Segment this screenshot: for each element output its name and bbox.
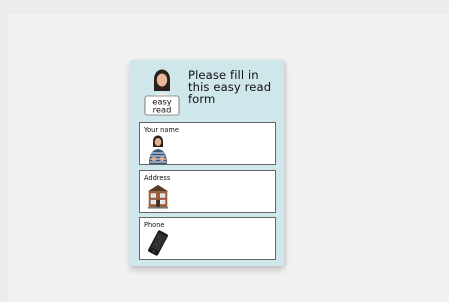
name-field-label: Your name bbox=[144, 126, 179, 134]
form-header: easy read Please fill in this easy read … bbox=[138, 65, 278, 119]
logo-text-read: read bbox=[153, 105, 172, 115]
house-icon bbox=[147, 184, 169, 209]
mobile-phone-icon bbox=[148, 230, 168, 256]
person-icon bbox=[149, 135, 167, 164]
easy-read-form-leaflet: easy read Please fill in this easy read … bbox=[130, 60, 284, 266]
phone-field-label: Phone bbox=[144, 221, 165, 229]
phone-field[interactable]: Phone bbox=[139, 217, 276, 260]
form-title: Please fill in this easy read form bbox=[188, 68, 272, 106]
address-field[interactable]: Address bbox=[139, 170, 276, 213]
name-field[interactable]: Your name bbox=[139, 122, 276, 165]
easy-read-logo-icon: easy read bbox=[144, 69, 180, 116]
address-field-label: Address bbox=[144, 174, 171, 182]
